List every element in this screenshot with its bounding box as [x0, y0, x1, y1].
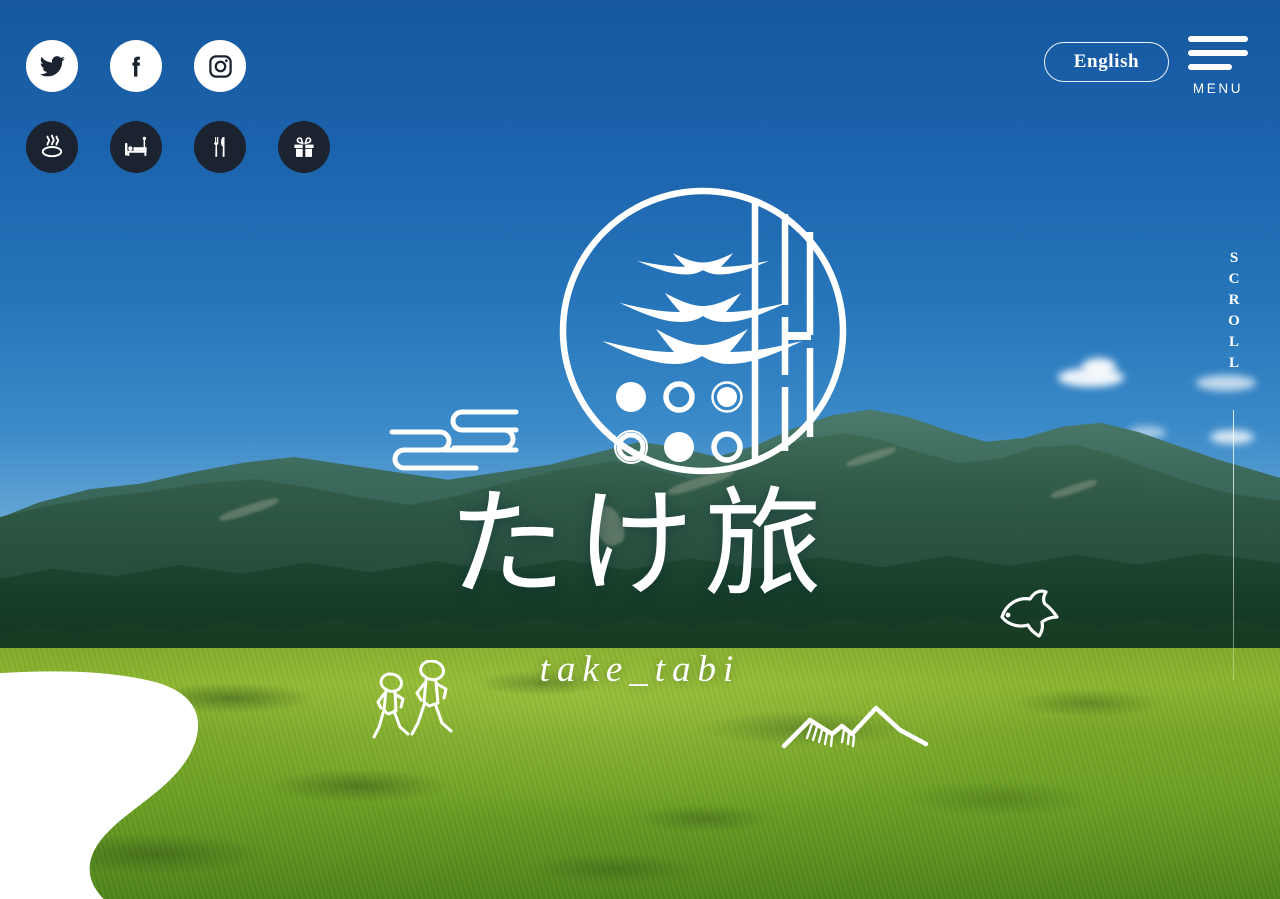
- hot-spring-icon: [38, 133, 66, 161]
- gift-icon: [291, 134, 317, 160]
- social-link-twitter[interactable]: [26, 40, 78, 92]
- language-button[interactable]: English: [1044, 42, 1169, 82]
- category-link-souvenir[interactable]: [278, 121, 330, 173]
- cloud: [1082, 358, 1116, 376]
- category-link-eat[interactable]: [194, 121, 246, 173]
- people-walking-doodle-icon: [362, 660, 466, 756]
- hamburger-icon: [1188, 36, 1248, 78]
- page-title: たけ旅: [447, 480, 832, 611]
- category-link-stay[interactable]: [110, 121, 162, 173]
- restaurant-icon: [207, 134, 233, 160]
- mountain-doodle-icon: [780, 700, 930, 758]
- menu-button[interactable]: MENU: [1183, 36, 1253, 96]
- social-link-instagram[interactable]: [194, 40, 246, 92]
- twitter-icon: [39, 53, 66, 80]
- facebook-icon: [123, 53, 150, 80]
- bed-icon: [122, 133, 151, 162]
- menu-label: MENU: [1192, 81, 1244, 96]
- site-logo-emblem: [558, 185, 848, 477]
- page-subtitle: take_tabi: [539, 649, 741, 690]
- fish-doodle-icon: [992, 589, 1062, 647]
- social-links: [26, 40, 330, 92]
- cloud-doodle-icon: [384, 400, 524, 480]
- icon-rail: [26, 40, 330, 173]
- social-link-facebook[interactable]: [110, 40, 162, 92]
- hero-section: English MENU SCROLL たけ旅 take_tabi: [0, 0, 1280, 899]
- category-link-onsen[interactable]: [26, 121, 78, 173]
- category-links: [26, 121, 330, 173]
- instagram-icon: [207, 53, 234, 80]
- scroll-indicator: SCROLL: [1225, 250, 1242, 680]
- scroll-label: SCROLL: [1226, 250, 1242, 376]
